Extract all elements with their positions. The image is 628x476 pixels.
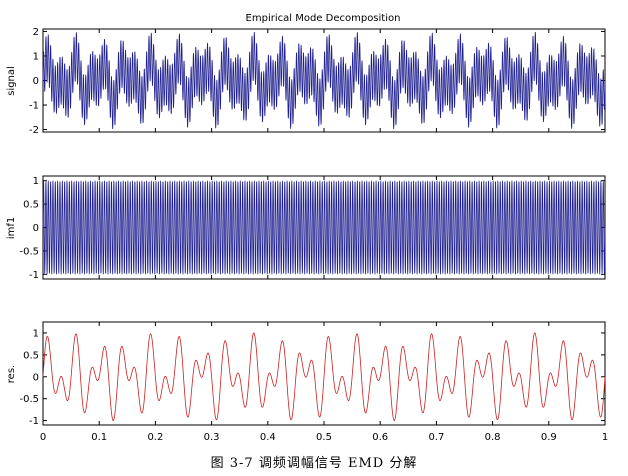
residual-ytick-label: -0.5 [19, 394, 39, 405]
signal-ytick-label: -1 [29, 101, 39, 112]
residual-series-line [42, 332, 606, 422]
chart-title: Empirical Mode Decomposition [246, 13, 401, 24]
residual-xtick-label: 0.6 [372, 432, 388, 443]
residual-panel: res. -1 -0.5 0 0.5 1 0 0.1 0.2 0.3 0.4 0.5 0.6 0.7 0… [6, 321, 608, 443]
signal-ytick-label: -2 [29, 125, 39, 136]
imf1-ytick-label: 0.5 [23, 200, 39, 211]
residual-xtick-label: 1 [602, 432, 608, 443]
signal-ytick-label: 1 [33, 51, 39, 62]
residual-ytick-label: -1 [29, 416, 39, 427]
residual-xtick-label: 0.1 [91, 432, 107, 443]
residual-xtick-label: 0.7 [428, 432, 444, 443]
imf1-series-line [42, 180, 606, 275]
imf1-ytick-label: -0.5 [19, 246, 39, 257]
imf1-panel: imf1 -1 -0.5 0 0.5 1 [6, 175, 606, 281]
imf1-ytick-label: -1 [29, 270, 39, 281]
signal-series-group [42, 31, 606, 130]
residual-xtick-label: 0.5 [316, 432, 332, 443]
residual-ylabel: res. [6, 365, 17, 383]
emd-figure: Empirical Mode Decomposition signal -2 -1… [6, 13, 608, 443]
residual-xtick-label: 0.4 [260, 432, 276, 443]
residual-xtick-label: 0.2 [147, 432, 163, 443]
signal-ytick-label: 2 [33, 27, 39, 38]
residual-series-group [42, 332, 606, 422]
residual-xtick-label: 0.9 [541, 432, 557, 443]
signal-ytick-label: 0 [33, 76, 39, 87]
signal-panel: Empirical Mode Decomposition signal -2 -1… [6, 13, 606, 136]
residual-ytick-label: 1 [33, 328, 39, 339]
imf1-ytick-label: 0 [33, 223, 39, 234]
residual-xtick-label: 0.3 [204, 432, 220, 443]
imf1-ylabel: imf1 [6, 217, 17, 239]
signal-series-line [42, 31, 606, 130]
signal-ylabel: signal [6, 66, 17, 96]
residual-ytick-label: 0 [33, 372, 39, 383]
imf1-ytick-label: 1 [33, 176, 39, 187]
residual-ytick-label: 0.5 [23, 350, 39, 361]
residual-xtick-label: 0 [40, 432, 46, 443]
imf1-series-group [42, 180, 606, 275]
residual-xtick-label: 0.8 [485, 432, 501, 443]
figure-caption: 图 3-7 调频调幅信号 EMD 分解 [210, 456, 418, 471]
